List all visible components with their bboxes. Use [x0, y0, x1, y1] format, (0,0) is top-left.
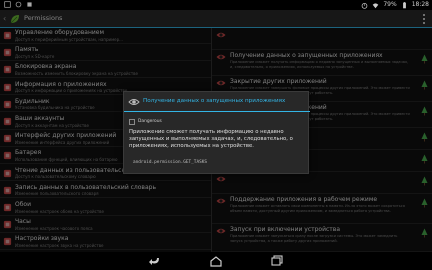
eye-icon: [128, 99, 140, 105]
system-tray: 79% 18:28: [361, 0, 429, 10]
back-icon[interactable]: [148, 255, 162, 267]
dialog-title: Получение данных о запущенных приложения…: [143, 98, 286, 104]
permission-dialog: Получение данных о запущенных приложения…: [123, 91, 310, 174]
status-bar: 79% 18:28: [0, 0, 432, 10]
notification-icon: [4, 1, 11, 8]
warning-icon: [129, 119, 135, 125]
battery-percent: 79%: [383, 1, 397, 8]
clock: 18:28: [411, 1, 429, 8]
navigation-bar: [0, 252, 432, 270]
dialog-description: Приложение сможет получать информацию о …: [129, 129, 293, 149]
notification-icon: [15, 1, 22, 8]
recents-icon[interactable]: [270, 255, 284, 267]
notification-area: [4, 1, 33, 8]
notification-icon: [27, 2, 32, 7]
wifi-icon: [373, 2, 379, 8]
battery-icon: [402, 1, 406, 8]
alarm-icon: [362, 2, 368, 9]
home-icon[interactable]: [209, 255, 223, 267]
permission-constant: android.permission.GET_TASKS: [133, 160, 208, 165]
protection-level: Dangerous: [138, 119, 162, 124]
dialog-header: Получение данных о запущенных приложения…: [124, 92, 310, 112]
